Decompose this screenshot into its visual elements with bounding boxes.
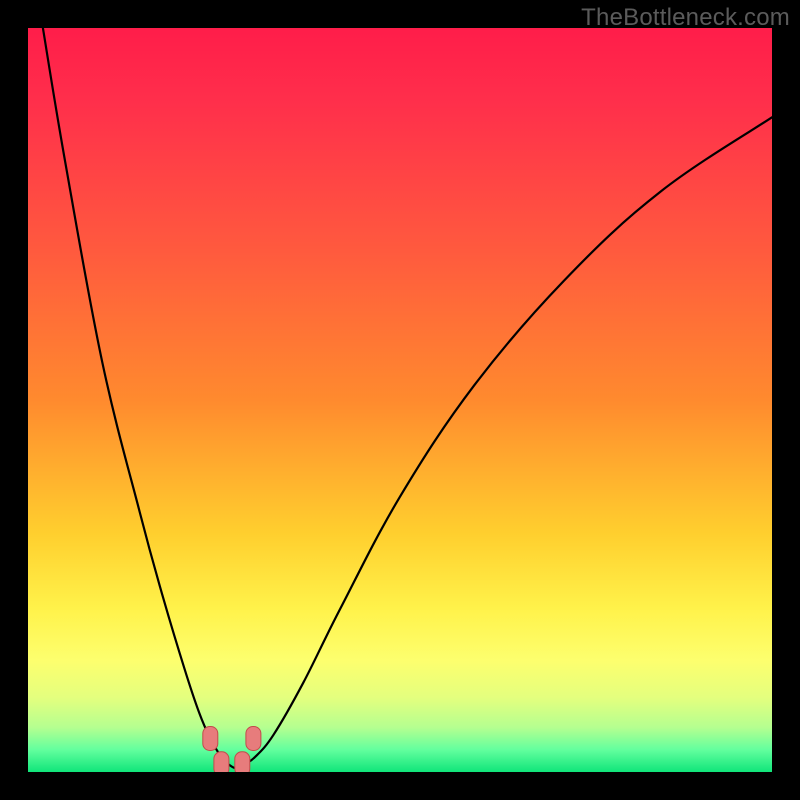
curve-marker-3 (246, 727, 261, 751)
chart-frame: TheBottleneck.com (0, 0, 800, 800)
plot-area (28, 28, 772, 772)
curve-marker-2 (235, 752, 250, 772)
curve-marker-1 (214, 752, 229, 772)
marker-group (203, 727, 261, 773)
curve-layer (28, 28, 772, 772)
curve-marker-0 (203, 727, 218, 751)
bottleneck-curve (43, 28, 772, 768)
